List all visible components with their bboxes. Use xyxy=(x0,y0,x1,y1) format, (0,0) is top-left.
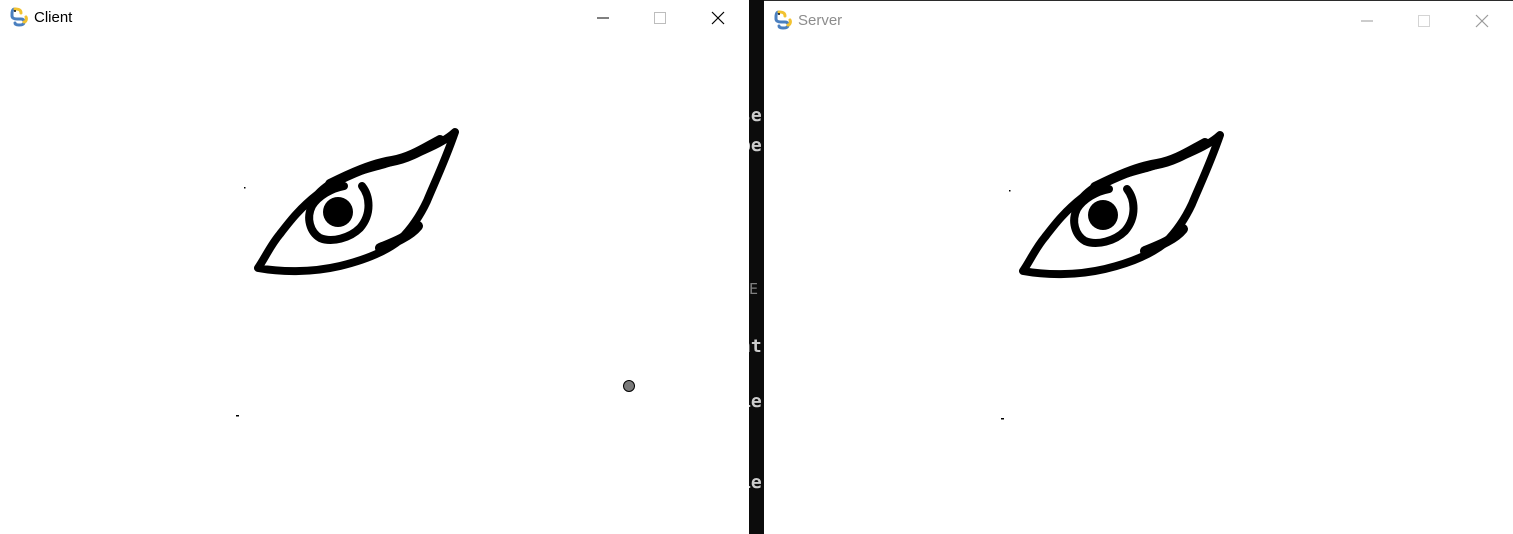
stray-mark xyxy=(1009,190,1011,192)
terminal-text-fragment: ie xyxy=(749,391,762,412)
pygame-snake-icon xyxy=(774,10,792,30)
minimize-button[interactable] xyxy=(574,0,632,36)
pygame-snake-icon xyxy=(10,7,28,27)
eye-drawing xyxy=(236,128,635,417)
terminal-window-background: se pe ME ht ie ie xyxy=(749,0,764,534)
stray-mark xyxy=(236,415,239,417)
terminal-text-fragment: ie xyxy=(749,472,762,493)
close-icon xyxy=(1475,14,1489,28)
close-icon xyxy=(711,11,725,25)
stray-mark xyxy=(244,187,246,189)
terminal-text-fragment: pe xyxy=(749,135,762,156)
maximize-icon xyxy=(654,12,666,24)
window-title: Client xyxy=(34,9,73,26)
window-title: Server xyxy=(798,12,843,29)
eye-pupil xyxy=(323,197,353,227)
terminal-text-fragment: ME xyxy=(749,280,759,298)
drawing-canvas[interactable] xyxy=(0,36,749,534)
client-titlebar[interactable]: Client xyxy=(0,0,749,36)
terminal-text-fragment: se xyxy=(749,105,762,126)
cursor-dot xyxy=(623,380,635,392)
minimize-icon xyxy=(1361,20,1373,22)
client-window[interactable]: Client xyxy=(0,0,749,534)
maximize-button[interactable] xyxy=(631,0,689,36)
terminal-text-fragment: ht xyxy=(749,336,762,357)
desktop: se pe ME ht ie ie Client xyxy=(0,0,1513,534)
eye-pupil xyxy=(1088,200,1118,230)
server-titlebar[interactable]: Server xyxy=(764,3,1513,39)
minimize-icon xyxy=(597,17,609,19)
stray-mark xyxy=(1001,418,1004,420)
minimize-button[interactable] xyxy=(1338,3,1396,39)
close-button[interactable] xyxy=(1453,3,1511,39)
server-window[interactable]: Server xyxy=(764,0,1513,534)
maximize-icon xyxy=(1418,15,1430,27)
eye-drawing xyxy=(1001,131,1224,420)
maximize-button[interactable] xyxy=(1395,3,1453,39)
close-button[interactable] xyxy=(689,0,747,36)
drawing-canvas[interactable] xyxy=(764,39,1513,534)
